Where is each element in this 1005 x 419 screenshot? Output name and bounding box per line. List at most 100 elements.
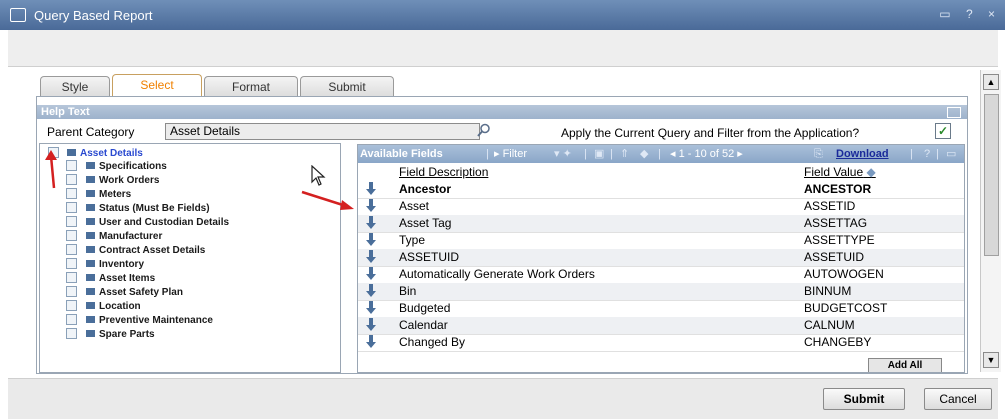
annotation-arrow-icon bbox=[301, 190, 354, 210]
tab-submit[interactable]: Submit bbox=[300, 76, 394, 97]
column-header-field-value[interactable]: Field Value ◆ bbox=[804, 164, 876, 180]
folder-icon bbox=[86, 231, 95, 239]
tree-item[interactable]: User and Custodian Details bbox=[66, 215, 229, 229]
folder-icon bbox=[86, 203, 95, 211]
download-icon[interactable]: ⎘ bbox=[814, 145, 823, 163]
tree-item[interactable]: Manufacturer bbox=[66, 229, 162, 243]
expand-icon[interactable] bbox=[66, 257, 77, 269]
table-row[interactable]: Asset ASSETID bbox=[358, 198, 964, 216]
tree-item[interactable]: Spare Parts bbox=[66, 327, 155, 341]
table-row[interactable]: Changed By CHANGEBY bbox=[358, 334, 964, 352]
tree-item[interactable]: Meters bbox=[66, 187, 131, 201]
minimize-icon[interactable] bbox=[947, 107, 961, 118]
top-band bbox=[8, 30, 998, 67]
expand-icon[interactable] bbox=[66, 215, 77, 227]
down-arrow-icon[interactable] bbox=[366, 284, 376, 298]
category-tree: Asset Details Specifications Work Orders… bbox=[39, 143, 341, 373]
table-row[interactable]: Asset Tag ASSETTAG bbox=[358, 215, 964, 233]
report-icon bbox=[10, 8, 26, 22]
tree-item[interactable]: Inventory bbox=[66, 257, 144, 271]
tree-root-asset-details[interactable]: Asset Details bbox=[48, 146, 143, 160]
folder-icon bbox=[67, 148, 76, 156]
expand-icon[interactable] bbox=[66, 187, 77, 199]
tree-item[interactable]: Asset Safety Plan bbox=[66, 285, 183, 299]
table-row[interactable]: Automatically Generate Work Orders AUTOWO… bbox=[358, 266, 964, 284]
close-icon[interactable]: × bbox=[988, 7, 997, 21]
toolbar-separator: | bbox=[658, 148, 661, 160]
down-arrow-icon[interactable] bbox=[366, 301, 376, 315]
search-icon[interactable] bbox=[477, 123, 491, 137]
submit-button[interactable]: Submit bbox=[823, 388, 905, 410]
table-row[interactable]: Bin BINNUM bbox=[358, 283, 964, 301]
folder-icon bbox=[86, 259, 95, 267]
cancel-button[interactable]: Cancel bbox=[924, 388, 992, 410]
vertical-scrollbar[interactable]: ▲ ▼ bbox=[980, 70, 1001, 372]
minimize-icon[interactable]: ▭ bbox=[946, 145, 956, 163]
folder-icon bbox=[86, 273, 95, 281]
down-arrow-icon[interactable] bbox=[366, 318, 376, 332]
expand-icon[interactable] bbox=[66, 229, 77, 241]
expand-icon[interactable] bbox=[66, 313, 77, 325]
parent-category-field[interactable]: Asset Details bbox=[165, 123, 480, 140]
select-panel: Help Text Parent Category Asset Details … bbox=[36, 96, 968, 374]
table-row[interactable]: Budgeted BUDGETCOST bbox=[358, 300, 964, 318]
add-all-button[interactable]: Add All bbox=[868, 358, 942, 372]
help-bar[interactable]: Help Text bbox=[37, 105, 967, 119]
expand-icon[interactable] bbox=[66, 271, 77, 283]
dialog-footer: Submit Cancel bbox=[8, 378, 998, 419]
expand-icon[interactable] bbox=[66, 173, 77, 185]
window-controls: ▭ ? × bbox=[931, 7, 997, 21]
clear-filter-icon[interactable]: ▾ ✦ bbox=[554, 145, 572, 163]
filter-button[interactable]: ▸ Filter bbox=[494, 145, 527, 163]
toolbar-separator: | bbox=[584, 148, 587, 160]
expand-icon[interactable] bbox=[66, 243, 77, 255]
down-arrow-icon[interactable] bbox=[366, 335, 376, 349]
toolbar-separator: | bbox=[486, 148, 489, 160]
apply-query-checkbox[interactable]: ✓ bbox=[935, 123, 951, 139]
folder-icon bbox=[86, 315, 95, 323]
download-link[interactable]: Download bbox=[836, 145, 889, 163]
tree-item[interactable]: Specifications bbox=[66, 159, 167, 173]
expand-icon[interactable] bbox=[66, 327, 77, 339]
folder-icon bbox=[86, 245, 95, 253]
scroll-down-icon[interactable]: ▼ bbox=[983, 352, 999, 368]
tree-item[interactable]: Contract Asset Details bbox=[66, 243, 205, 257]
tree-item[interactable]: Location bbox=[66, 299, 141, 313]
prev-page-icon[interactable]: ◆ bbox=[640, 145, 648, 163]
settings-icon[interactable]: ▣ bbox=[594, 145, 604, 163]
table-row[interactable]: ASSETUID ASSETUID bbox=[358, 249, 964, 267]
expand-icon[interactable] bbox=[66, 299, 77, 311]
column-header-field-description[interactable]: Field Description bbox=[399, 164, 488, 180]
expand-icon[interactable] bbox=[66, 159, 77, 171]
down-arrow-icon[interactable] bbox=[366, 199, 376, 213]
tree-item[interactable]: Preventive Maintenance bbox=[66, 313, 213, 327]
tree-item[interactable]: Asset Items bbox=[66, 271, 155, 285]
down-arrow-icon[interactable] bbox=[366, 233, 376, 247]
available-fields-title: Available Fields bbox=[360, 148, 443, 160]
expand-icon[interactable] bbox=[66, 201, 77, 213]
down-arrow-icon[interactable] bbox=[366, 250, 376, 264]
expand-icon[interactable] bbox=[66, 285, 77, 297]
help-icon[interactable]: ? bbox=[924, 145, 930, 163]
available-fields-table: Available Fields | ▸ Filter ▾ ✦ | ▣ | ⇑ … bbox=[357, 144, 965, 373]
maximize-icon[interactable]: ▭ bbox=[939, 7, 952, 21]
parent-category-label: Parent Category bbox=[47, 125, 135, 139]
scroll-thumb[interactable] bbox=[984, 94, 999, 256]
apply-query-label: Apply the Current Query and Filter from … bbox=[561, 126, 860, 140]
tree-item[interactable]: Status (Must Be Fields) bbox=[66, 201, 210, 215]
table-row[interactable]: Calendar CALNUM bbox=[358, 317, 964, 335]
toolbar-separator: | bbox=[610, 148, 613, 160]
first-page-icon[interactable]: ⇑ bbox=[620, 145, 629, 163]
tab-format[interactable]: Format bbox=[204, 76, 298, 97]
scroll-up-icon[interactable]: ▲ bbox=[983, 74, 999, 90]
table-row[interactable]: Type ASSETTYPE bbox=[358, 232, 964, 250]
down-arrow-icon[interactable] bbox=[366, 216, 376, 230]
tree-item[interactable]: Work Orders bbox=[66, 173, 159, 187]
down-arrow-icon[interactable] bbox=[366, 182, 376, 196]
help-icon[interactable]: ? bbox=[966, 7, 975, 21]
down-arrow-icon[interactable] bbox=[366, 267, 376, 281]
tab-select[interactable]: Select bbox=[112, 74, 202, 97]
tab-style[interactable]: Style bbox=[40, 76, 110, 97]
table-row[interactable]: Ancestor ANCESTOR bbox=[358, 181, 964, 199]
folder-icon bbox=[86, 189, 95, 197]
